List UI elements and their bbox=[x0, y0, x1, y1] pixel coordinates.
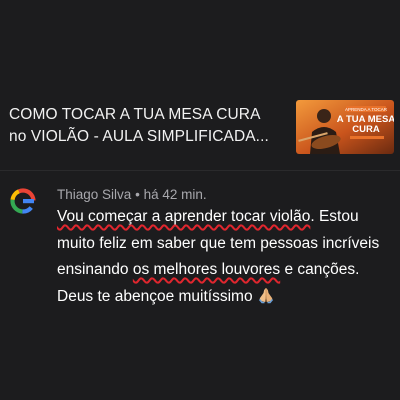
thumbnail-image: APRENDA A TOCAR A TUA MESA CURA bbox=[296, 100, 394, 154]
praying-hands-icon bbox=[257, 286, 275, 314]
video-title[interactable]: COMO TOCAR A TUA MESA CURA no VIOLÃO - A… bbox=[9, 104, 291, 148]
thumbnail-line2: CURA bbox=[352, 124, 380, 135]
meta-separator: • bbox=[135, 187, 140, 202]
comment-author[interactable]: Thiago Silva bbox=[57, 187, 131, 202]
comment-body: Vou começar a aprender tocar violão. Est… bbox=[57, 204, 393, 313]
thumbnail-badge-text: APRENDA A TOCAR bbox=[345, 107, 388, 112]
spellcheck-phrase[interactable]: os melhores louvores bbox=[133, 261, 280, 278]
video-card[interactable]: COMO TOCAR A TUA MESA CURA no VIOLÃO - A… bbox=[0, 96, 400, 158]
comment-meta: Thiago Silva • há 42 min. bbox=[57, 187, 207, 202]
divider bbox=[0, 170, 400, 171]
google-g-icon[interactable] bbox=[8, 186, 38, 216]
video-thumbnail[interactable]: APRENDA A TOCAR A TUA MESA CURA bbox=[296, 100, 394, 154]
comment-time: há 42 min. bbox=[143, 187, 207, 202]
spellcheck-phrase[interactable]: Vou começar a aprender tocar violão bbox=[57, 208, 310, 225]
